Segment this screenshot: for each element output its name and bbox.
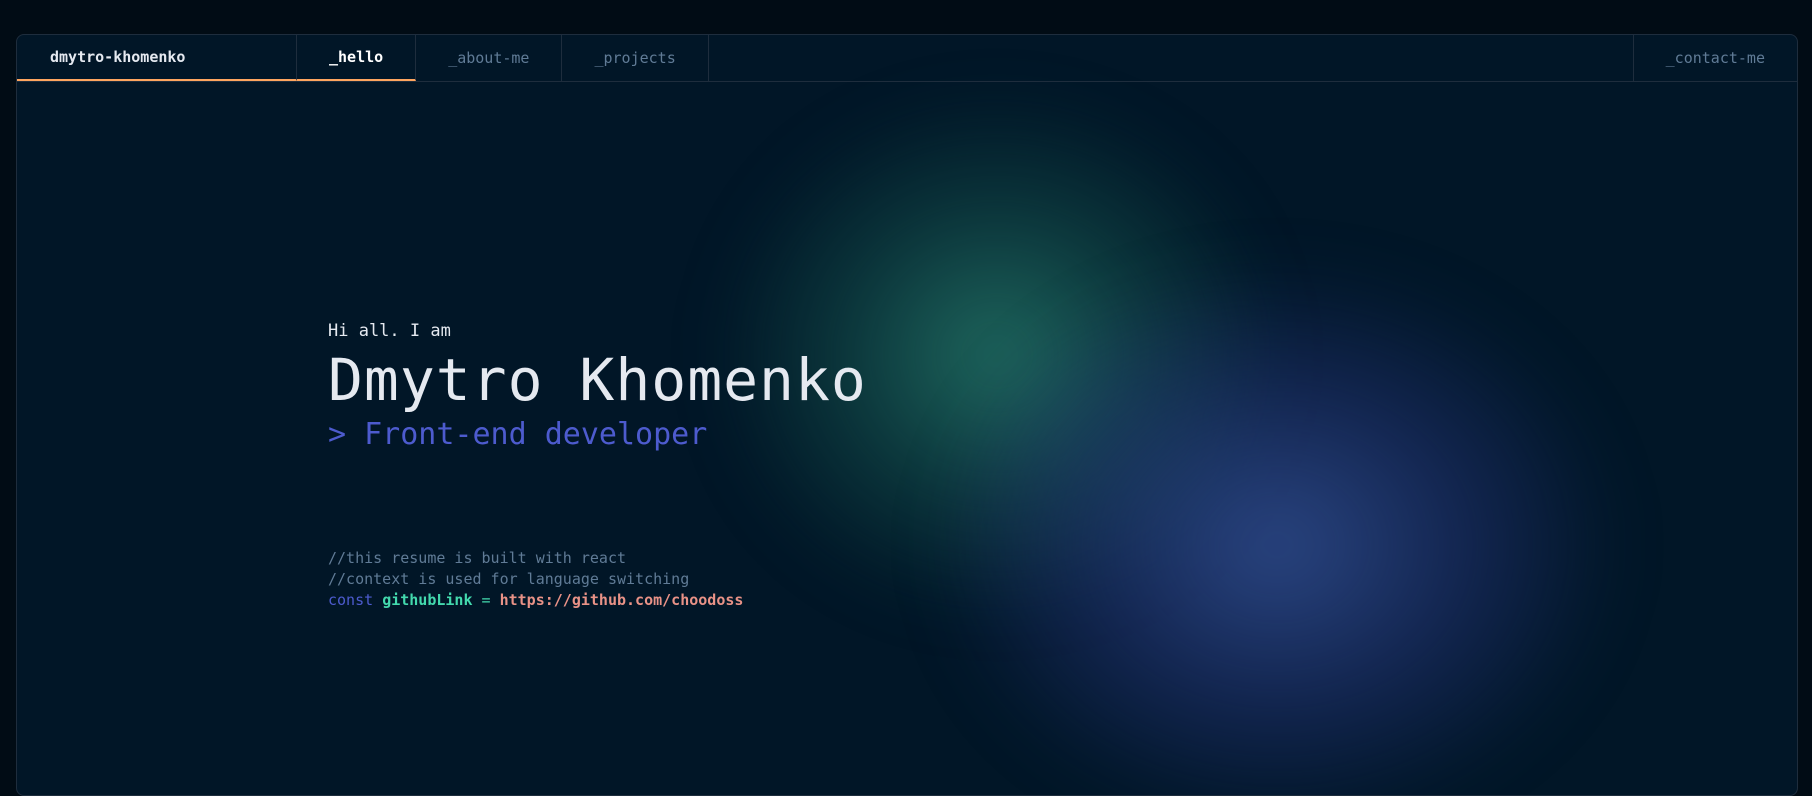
tab-projects[interactable]: _projects — [562, 35, 709, 81]
code-snippet: //this resume is built with react //cont… — [328, 548, 867, 611]
github-link[interactable]: https://github.com/choodoss — [500, 591, 744, 609]
developer-name: Dmytro Khomenko — [328, 346, 867, 414]
site-brand[interactable]: dmytro-khomenko — [17, 35, 297, 81]
code-operator: = — [481, 591, 491, 609]
blue-background-glow — [937, 265, 1617, 795]
greeting-text: Hi all. I am — [328, 321, 451, 341]
code-comment-line: //this resume is built with react — [328, 549, 627, 567]
hero-section: Hi all. I am Dmytro Khomenko > Front-end… — [328, 321, 867, 611]
tab-about-me[interactable]: _about-me — [416, 35, 563, 81]
code-statement-line: const githubLink = https://github.com/ch… — [328, 590, 867, 611]
code-variable: githubLink — [382, 591, 473, 609]
code-keyword: const — [328, 591, 374, 609]
tab-contact-me[interactable]: _contact-me — [1632, 35, 1797, 81]
top-navigation: dmytro-khomenko _hello _about-me _projec… — [17, 35, 1797, 82]
developer-role: > Front-end developer — [328, 417, 708, 452]
portfolio-window: dmytro-khomenko _hello _about-me _projec… — [16, 34, 1798, 796]
tab-hello[interactable]: _hello — [297, 35, 417, 81]
code-comment-line: //context is used for language switching — [328, 570, 690, 588]
